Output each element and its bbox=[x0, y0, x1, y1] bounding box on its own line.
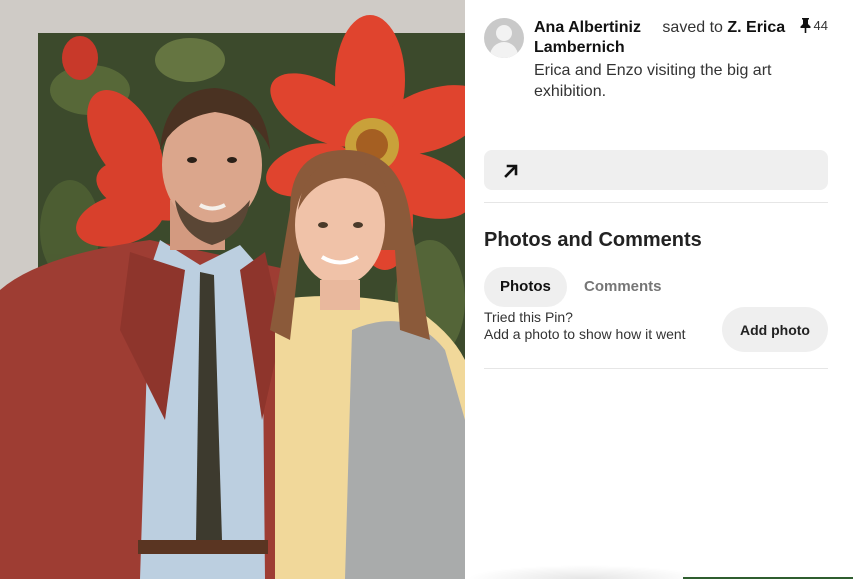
tried-pin-question: Tried this Pin? bbox=[484, 309, 573, 325]
pin-description: Erica and Enzo visiting the big art exhi… bbox=[534, 62, 772, 100]
bottom-shadow bbox=[465, 565, 705, 579]
avatar-body bbox=[490, 42, 518, 58]
pin-image[interactable] bbox=[0, 0, 465, 579]
photos-comments-title: Photos and Comments bbox=[484, 229, 702, 251]
arrow-up-right-icon bbox=[504, 164, 518, 178]
pin-count: 44 bbox=[800, 18, 828, 33]
tab-photos[interactable]: Photos bbox=[484, 267, 567, 307]
author-name[interactable]: Ana Albertiniz bbox=[534, 19, 641, 36]
pushpin-icon bbox=[800, 18, 811, 33]
tried-pin-prompt: Tried this Pin? Add a photo to show how … bbox=[484, 309, 686, 343]
tab-comments[interactable]: Comments bbox=[568, 267, 678, 307]
pin-count-value: 44 bbox=[813, 18, 828, 33]
add-photo-button[interactable]: Add photo bbox=[722, 307, 828, 352]
user-avatar-icon[interactable] bbox=[484, 18, 524, 58]
pin-attribution: Ana Albertiniz saved to Z. Erica Lambern… bbox=[534, 18, 794, 58]
avatar-head bbox=[496, 25, 512, 41]
divider bbox=[484, 368, 828, 369]
visit-link-bar[interactable] bbox=[484, 150, 828, 190]
pin-image-illustration bbox=[0, 0, 465, 579]
divider bbox=[484, 202, 828, 203]
tried-pin-hint: Add a photo to show how it went bbox=[484, 326, 686, 342]
pin-detail-panel: Ana Albertiniz saved to Z. Erica Lambern… bbox=[465, 0, 853, 579]
saved-to-text: saved to bbox=[662, 19, 723, 36]
